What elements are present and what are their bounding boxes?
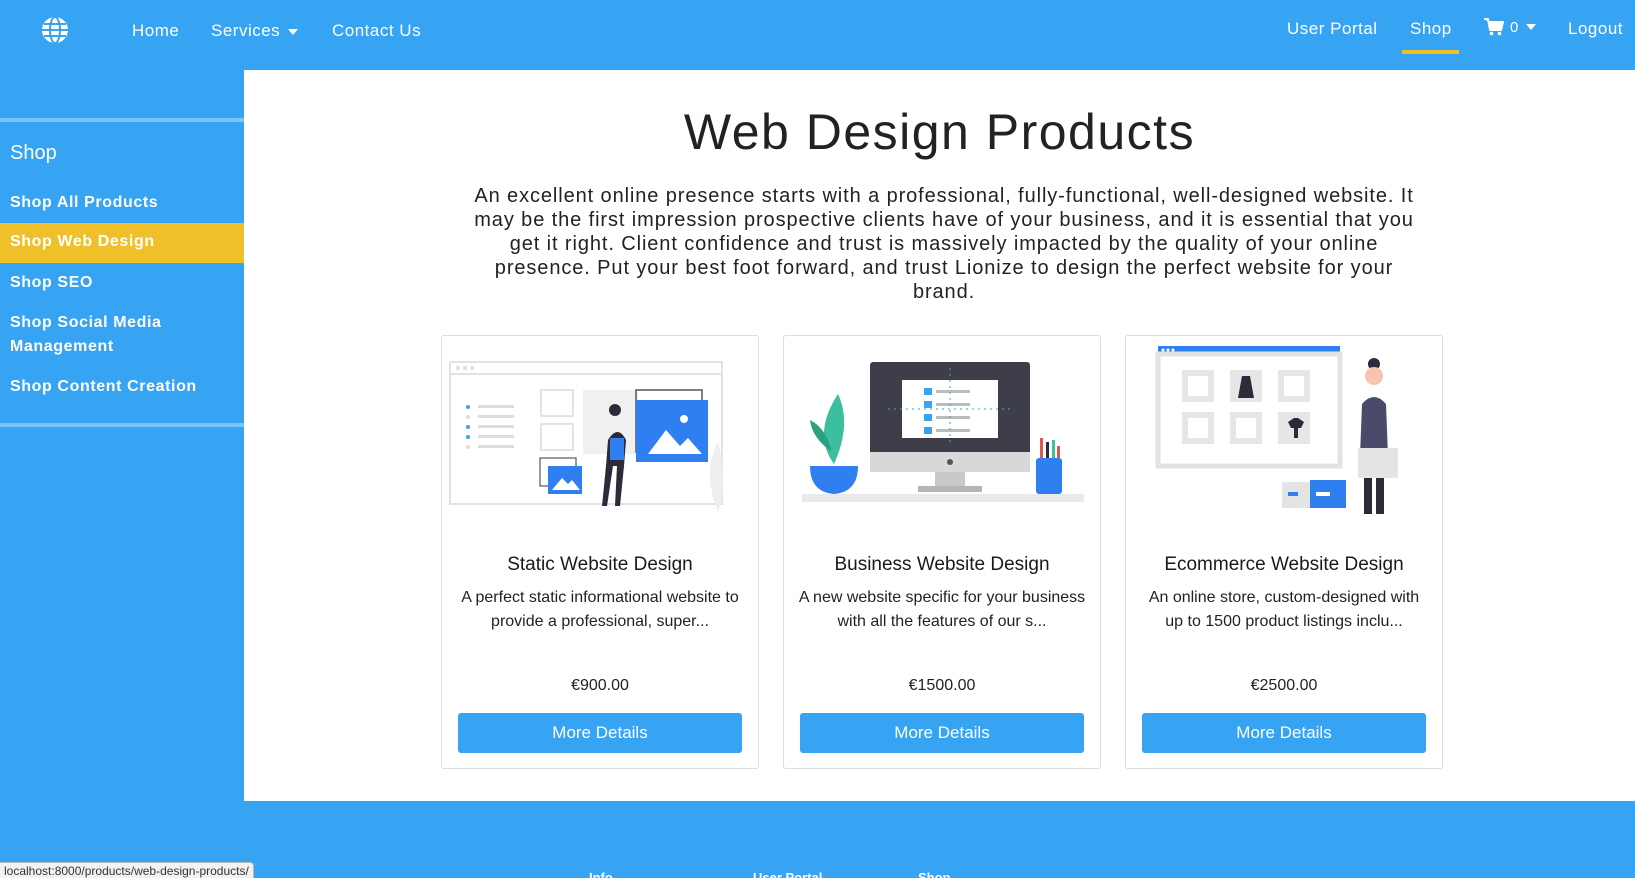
sidebar-item-shop-seo[interactable]: Shop SEO: [0, 271, 244, 295]
sidebar-divider: [0, 423, 244, 427]
nav-home-link[interactable]: Home: [132, 21, 179, 41]
cart-count: 0: [1510, 18, 1519, 36]
chevron-down-icon: [1526, 24, 1537, 30]
product-title: Ecommerce Website Design: [1164, 554, 1404, 575]
more-details-button[interactable]: More Details: [1142, 713, 1426, 753]
product-price: €900.00: [571, 677, 629, 694]
product-price: €1500.00: [908, 677, 976, 694]
globe-icon[interactable]: [41, 16, 69, 44]
product-title: Business Website Design: [834, 554, 1050, 575]
product-description: An online store, custom-designed with up…: [1148, 589, 1420, 630]
product-price: €2500.00: [1250, 677, 1318, 694]
product-description: A perfect static informational website t…: [461, 589, 739, 630]
product-card: Ecommerce Website Design An online store…: [1125, 335, 1443, 769]
sidebar-item-shop-all-products[interactable]: Shop All Products: [0, 191, 244, 215]
nav-contact-link[interactable]: Contact Us: [332, 21, 421, 41]
footer-heading-shop: Shop: [918, 870, 951, 878]
footer-heading-user-portal: User Portal: [753, 870, 823, 878]
business-website-illustration: [802, 362, 1084, 502]
sidebar-item-shop-content-creation[interactable]: Shop Content Creation: [0, 375, 244, 399]
shop-sidebar: Shop Shop All Products Shop Web Design S…: [0, 70, 244, 801]
ecommerce-website-illustration: [1155, 346, 1398, 514]
nav-logout-link[interactable]: Logout: [1568, 19, 1623, 39]
browser-status-url: localhost:8000/products/web-design-produ…: [0, 862, 254, 878]
product-title: Static Website Design: [507, 554, 693, 575]
more-details-button[interactable]: More Details: [800, 713, 1084, 753]
nav-services-dropdown[interactable]: Services: [211, 21, 299, 41]
more-details-button[interactable]: More Details: [458, 713, 742, 753]
nav-shop-link[interactable]: Shop: [1410, 19, 1452, 39]
shopping-cart-icon: [1484, 18, 1504, 36]
chevron-down-icon: [288, 28, 299, 35]
static-website-illustration: [449, 361, 723, 512]
footer-heading-info: Info: [589, 870, 613, 878]
product-card: Static Website Design A perfect static i…: [441, 335, 759, 769]
page-title: Web Design Products: [683, 104, 1196, 160]
cart-dropdown[interactable]: 0: [1484, 18, 1537, 36]
product-description: A new website specific for your business…: [798, 589, 1086, 630]
active-nav-indicator: [1402, 50, 1459, 54]
sidebar-item-shop-social-media-management[interactable]: Shop Social Media Management: [0, 311, 200, 359]
sidebar-divider: [0, 118, 244, 122]
product-card: Business Website Design A new website sp…: [783, 335, 1101, 769]
nav-user-portal-link[interactable]: User Portal: [1287, 19, 1378, 39]
main-content: Web Design Products An excellent online …: [244, 70, 1635, 801]
sidebar-title: Shop: [10, 142, 57, 164]
top-navbar: Home Services Contact Us User Portal Sho…: [0, 0, 1635, 70]
page-intro: An excellent online presence starts with…: [474, 185, 1414, 303]
nav-services-label: Services: [211, 21, 281, 40]
sidebar-item-shop-web-design[interactable]: Shop Web Design: [0, 223, 244, 263]
